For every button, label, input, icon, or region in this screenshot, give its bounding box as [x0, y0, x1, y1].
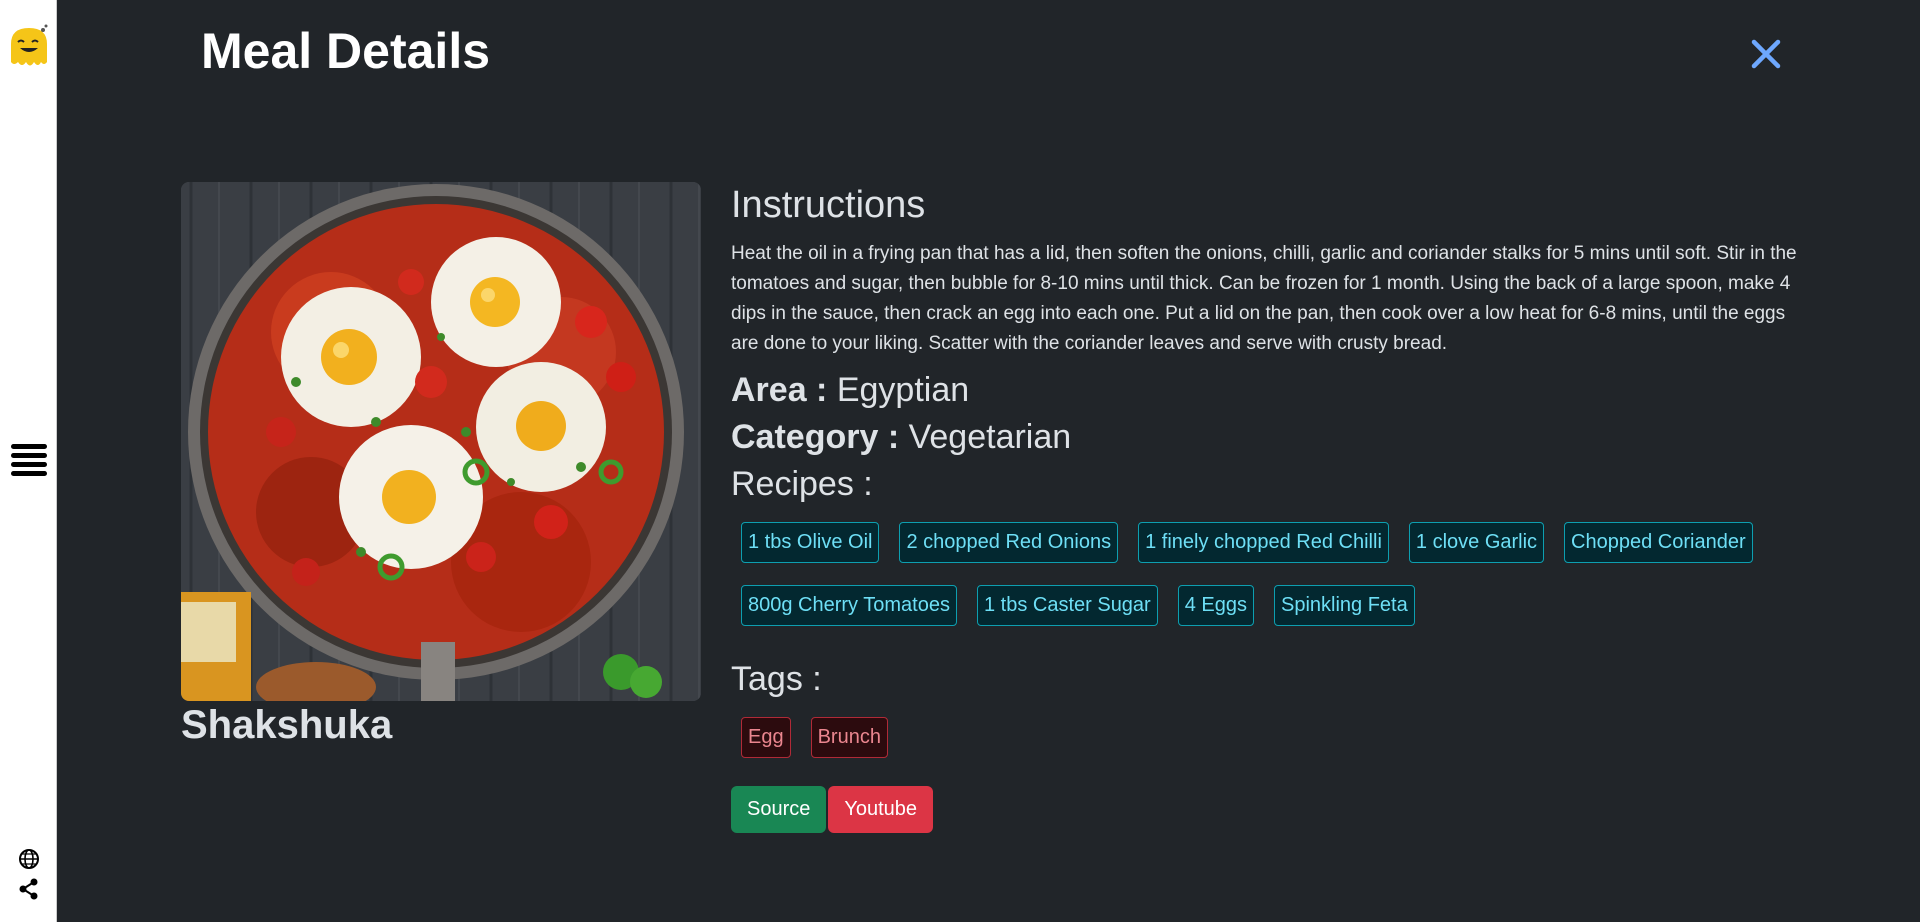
- ingredient-badge: 1 finely chopped Red Chilli: [1138, 522, 1389, 563]
- menu-bar: [11, 453, 47, 458]
- area-value: Egyptian: [836, 371, 970, 409]
- meal-name: Shakshuka: [181, 703, 393, 747]
- instructions-text: Heat the oil in a frying pan that has a …: [731, 243, 1797, 354]
- tag-badge: Brunch: [810, 717, 888, 758]
- youtube-button[interactable]: Youtube: [828, 786, 934, 833]
- sidebar: [0, 0, 57, 922]
- page-title: Meal Details: [201, 23, 491, 79]
- ingredient-badge: 1 tbs Olive Oil: [741, 522, 880, 563]
- area-label: Area :: [731, 371, 828, 409]
- area-line: Area : Egyptian: [731, 371, 1801, 410]
- ingredient-badge: Chopped Coriander: [1564, 522, 1753, 563]
- category-value: Vegetarian: [908, 418, 1072, 456]
- ingredient-badge: 800g Cherry Tomatoes: [741, 585, 957, 626]
- instructions-title: Instructions: [731, 184, 926, 226]
- ingredients-list: 1 tbs Olive Oil 2 chopped Red Onions 1 f…: [731, 522, 1801, 648]
- source-button[interactable]: Source: [731, 786, 827, 833]
- tag-badge: Egg: [741, 717, 791, 758]
- recipes-title: Recipes :: [731, 465, 873, 503]
- ingredient-badge: 2 chopped Red Onions: [899, 522, 1119, 563]
- menu-bar: [11, 471, 47, 476]
- meal-image: [181, 182, 701, 701]
- ingredient-badge: 1 tbs Caster Sugar: [976, 585, 1158, 626]
- menu-bar: [11, 444, 47, 449]
- category-label: Category :: [731, 418, 900, 456]
- globe-icon[interactable]: [18, 848, 40, 870]
- link-buttons: Source Youtube: [731, 786, 1801, 833]
- ingredient-badge: 1 clove Garlic: [1408, 522, 1545, 563]
- menu-bar: [11, 462, 47, 467]
- category-line: Category : Vegetarian: [731, 418, 1801, 457]
- ingredient-badge: Spinkling Feta: [1273, 585, 1415, 626]
- tags-list: Egg Brunch: [731, 717, 1801, 758]
- close-icon[interactable]: [1748, 36, 1784, 72]
- share-icon[interactable]: [18, 878, 40, 900]
- tags-title: Tags :: [731, 660, 822, 698]
- ingredient-badge: 4 Eggs: [1177, 585, 1254, 626]
- menu-icon[interactable]: [11, 442, 47, 478]
- meal-details: Instructions Heat the oil in a frying pa…: [731, 182, 1801, 833]
- logo-icon[interactable]: [8, 22, 50, 72]
